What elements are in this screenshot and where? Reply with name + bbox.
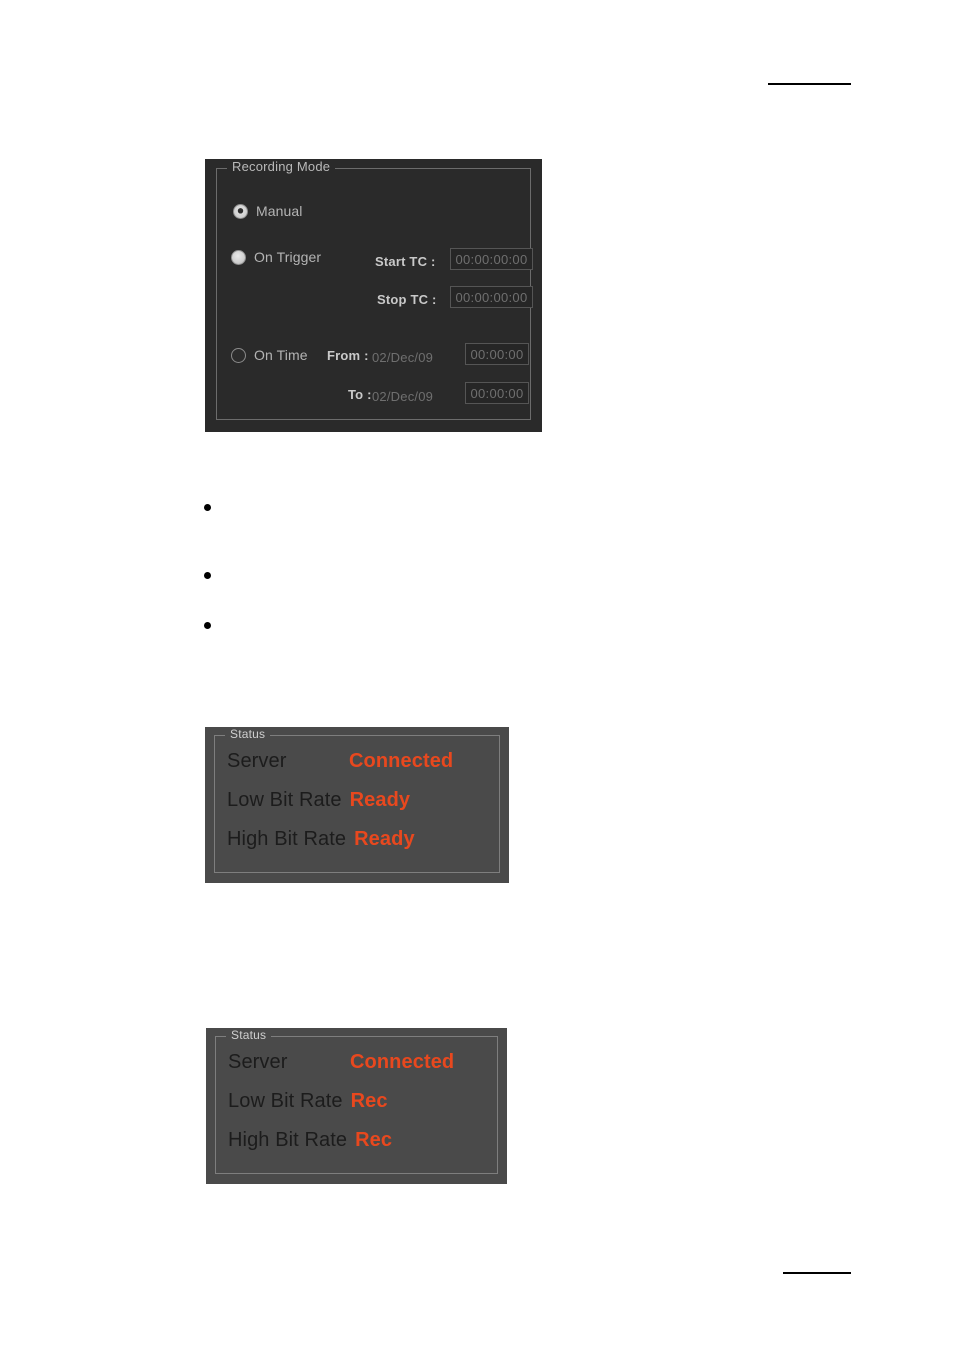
radio-manual-icon[interactable] xyxy=(233,203,248,219)
status-row-value: Ready xyxy=(354,828,415,850)
radio-on-time-icon[interactable] xyxy=(231,347,246,363)
from-time-input[interactable]: 00:00:00 xyxy=(465,343,529,365)
status-row: Low Bit Rate Rec xyxy=(228,1090,497,1113)
recording-mode-groupbox: Recording Mode Manual On Trigger On Time xyxy=(216,160,533,420)
status-row-value: Rec xyxy=(355,1129,393,1151)
radio-option-on-trigger[interactable]: On Trigger xyxy=(231,249,321,265)
status-row: High Bit Rate Ready xyxy=(227,828,499,851)
recording-mode-dialog: Recording Mode Manual On Trigger On Time xyxy=(205,159,542,432)
status-row-label: Server xyxy=(227,750,287,772)
list-item xyxy=(204,616,225,629)
status-row-label: High Bit Rate xyxy=(227,828,347,850)
bullet-icon xyxy=(204,572,211,579)
status-rec-body: Server Connected Low Bit Rate Rec High B… xyxy=(216,1037,497,1173)
to-label: To : xyxy=(348,387,372,402)
from-date-input[interactable]: 02/Dec/09 xyxy=(372,350,448,365)
status-dialog-rec: Status Server Connected Low Bit Rate Rec… xyxy=(206,1028,507,1184)
status-row: Server Connected xyxy=(227,750,499,773)
status-ready-groupbox: Status Server Connected Low Bit Rate Rea… xyxy=(214,727,500,873)
radio-option-manual[interactable]: Manual xyxy=(233,203,303,219)
status-row: High Bit Rate Rec xyxy=(228,1129,497,1152)
from-label: From : xyxy=(327,348,369,363)
start-tc-input[interactable]: 00:00:00:00 xyxy=(450,248,533,270)
bullet-icon xyxy=(204,622,211,629)
status-ready-body: Server Connected Low Bit Rate Ready High… xyxy=(215,736,499,872)
status-row-value: Connected xyxy=(349,750,454,772)
status-row-label: Server xyxy=(228,1051,288,1073)
list-item xyxy=(204,566,225,579)
recording-mode-dialog-surface: Recording Mode Manual On Trigger On Time xyxy=(205,159,542,432)
header-rule xyxy=(768,83,851,85)
status-rec-groupbox: Status Server Connected Low Bit Rate Rec… xyxy=(215,1028,498,1174)
status-row-value: Ready xyxy=(349,789,411,811)
status-row-label: Low Bit Rate xyxy=(227,789,342,811)
to-date-input[interactable]: 02/Dec/09 xyxy=(372,389,448,404)
radio-on-trigger-icon[interactable] xyxy=(231,249,246,265)
status-row: Low Bit Rate Ready xyxy=(227,789,499,812)
recording-mode-body: Manual On Trigger On Time Start TC : 00:… xyxy=(217,169,533,419)
status-dialog-rec-surface: Status Server Connected Low Bit Rate Rec… xyxy=(206,1028,507,1184)
status-row-label: High Bit Rate xyxy=(228,1129,348,1151)
list-item xyxy=(204,498,225,511)
radio-manual-label: Manual xyxy=(256,203,303,219)
stop-tc-label: Stop TC : xyxy=(377,292,437,307)
footer-rule xyxy=(783,1272,851,1274)
status-row: Server Connected xyxy=(228,1051,497,1074)
status-row-value: Connected xyxy=(350,1051,455,1073)
radio-option-on-time[interactable]: On Time xyxy=(231,347,308,363)
bullet-icon xyxy=(204,504,211,511)
status-dialog-ready: Status Server Connected Low Bit Rate Rea… xyxy=(205,727,509,883)
status-dialog-ready-surface: Status Server Connected Low Bit Rate Rea… xyxy=(205,727,509,883)
to-time-input[interactable]: 00:00:00 xyxy=(465,382,529,404)
status-row-value: Rec xyxy=(350,1090,388,1112)
radio-on-time-label: On Time xyxy=(254,347,308,363)
stop-tc-input[interactable]: 00:00:00:00 xyxy=(450,286,533,308)
start-tc-label: Start TC : xyxy=(375,254,436,269)
status-row-label: Low Bit Rate xyxy=(228,1090,343,1112)
radio-on-trigger-label: On Trigger xyxy=(254,249,322,265)
